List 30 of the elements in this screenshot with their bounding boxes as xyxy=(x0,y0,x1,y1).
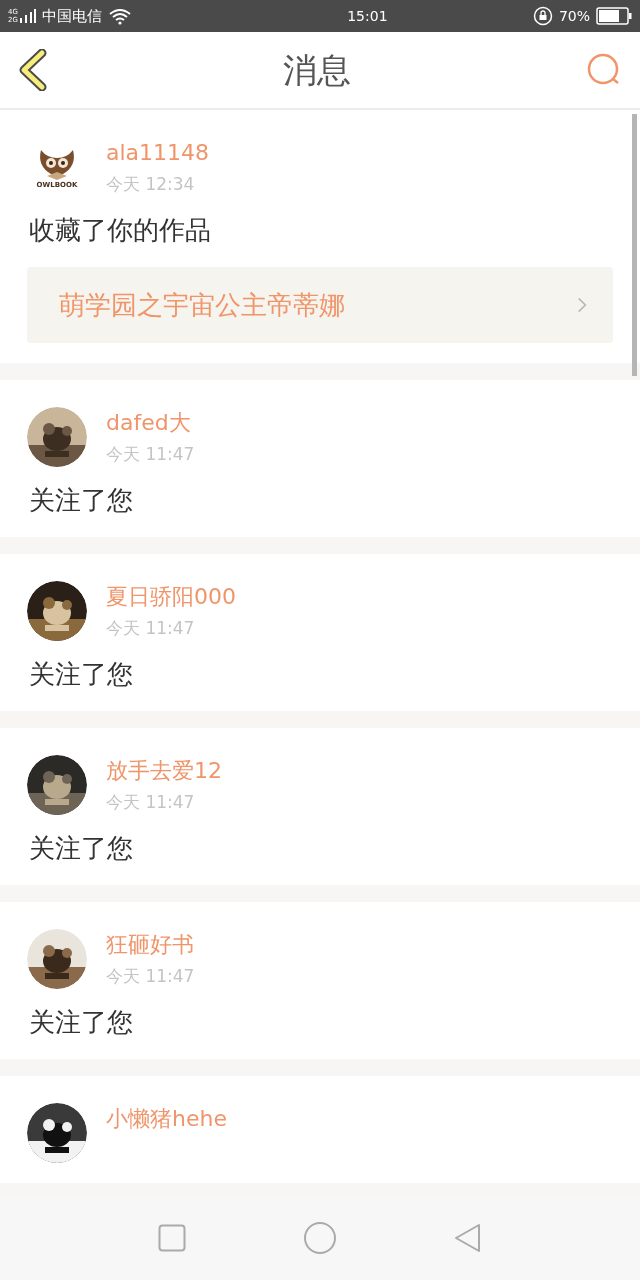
message-text: 关注了您 xyxy=(29,484,134,517)
user-name[interactable]: 小懒猪hehe xyxy=(106,1105,227,1133)
clock: 15:01 xyxy=(347,6,388,26)
battery-percent: 70% xyxy=(558,6,590,26)
chevron-right-icon xyxy=(577,296,587,314)
user-name[interactable]: 狂砸好书 xyxy=(106,931,195,959)
message-time: 今天 11:47 xyxy=(106,791,196,814)
message-time: 今天 12:34 xyxy=(106,173,196,196)
wifi-icon xyxy=(107,7,132,25)
battery-icon xyxy=(596,7,632,25)
recent-apps-button[interactable] xyxy=(158,1223,187,1252)
message-text: 关注了您 xyxy=(29,658,134,691)
message-text: 关注了您 xyxy=(29,1006,134,1039)
rotation-lock-icon xyxy=(532,6,553,26)
back-button[interactable] xyxy=(18,49,48,91)
user-name[interactable]: 夏日骄阳000 xyxy=(106,583,236,611)
message-time: 今天 11:47 xyxy=(106,443,195,466)
user-name[interactable]: 放手去爱12 xyxy=(106,757,222,785)
message-time: 今天 11:47 xyxy=(106,617,196,640)
message-text: 关注了您 xyxy=(29,832,134,865)
home-button[interactable] xyxy=(303,1220,337,1255)
user-name[interactable]: dafed大 xyxy=(106,409,195,437)
message-time: 今天 11:47 xyxy=(106,965,195,988)
carrier-name: 中国电信 xyxy=(41,5,102,27)
page-title: 消息 xyxy=(283,48,351,92)
user-name[interactable]: ala11148 xyxy=(106,139,210,167)
work-link[interactable]: 萌学园之宇宙公主帝蒂娜 xyxy=(27,267,613,343)
back-nav-button[interactable] xyxy=(453,1221,482,1254)
signal-icon xyxy=(19,9,36,23)
message-text: 收藏了你的作品 xyxy=(29,214,212,247)
